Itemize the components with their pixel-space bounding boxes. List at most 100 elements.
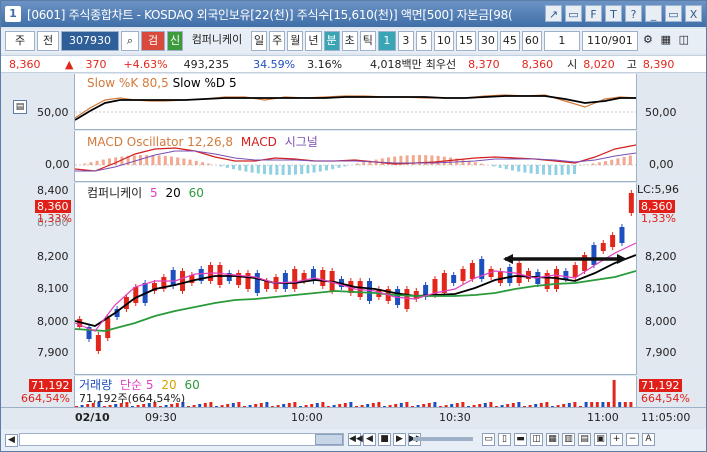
tools-icon[interactable]: ◫ [676, 31, 692, 51]
period-day[interactable]: 일 [251, 31, 268, 51]
macd-osc-bar [108, 158, 111, 165]
code-input[interactable]: 307930 [61, 31, 119, 51]
period-week[interactable]: 주 [269, 31, 286, 51]
zoom-fit-icon[interactable]: ▭ [482, 433, 495, 446]
layout-icon[interactable]: ▭ [565, 5, 582, 22]
macd-osc-bar [560, 165, 564, 175]
step-back-icon[interactable]: ◀ [363, 433, 376, 446]
settings-icon[interactable]: ⚙ [640, 31, 656, 51]
stoch-d-label: Slow %D 5 [172, 76, 237, 90]
macd-osc-bar [523, 165, 527, 173]
scroll-left-icon[interactable]: ◀ [5, 433, 18, 447]
price-left-axis: 8,400 8,300 8,200 8,100 8,000 7,900 8,36… [1, 183, 75, 375]
new-button[interactable]: 신 [167, 31, 183, 51]
macd-osc-bar [238, 165, 242, 171]
macd-label: MACD [240, 135, 277, 149]
link-icon[interactable]: ↗ [545, 5, 562, 22]
zoom-tile-icon[interactable]: ▦ [546, 433, 559, 446]
macd-osc-bar [132, 155, 136, 165]
macd-osc-bar [250, 165, 254, 173]
macd-osc-bar [219, 165, 223, 167]
playback-controls: ◀◀ ◀ ■ ▶ ▶▶ [347, 433, 423, 446]
macd-osc-bar [535, 165, 539, 175]
macd-osc-bar [480, 163, 483, 165]
zoom-list-icon[interactable]: ▣ [594, 433, 607, 446]
stoch-pane[interactable]: Slow %K 80,5 Slow %D 5 [74, 74, 637, 130]
font-button[interactable]: F [585, 5, 602, 22]
period-tick[interactable]: 틱 [359, 31, 376, 51]
current-price: 8,360 [9, 57, 41, 71]
turnover-pct: 34.59% [253, 57, 296, 71]
zoom-window-icon[interactable]: ◫ [530, 433, 543, 446]
macd-osc-bar [281, 165, 285, 175]
macd-osc-bar [337, 165, 341, 168]
rewind-icon[interactable]: ◀◀ [348, 433, 363, 446]
zoom-grid-icon[interactable]: ▤ [578, 433, 591, 446]
volume-value-right: 71,192 [639, 379, 682, 392]
zoom-out-icon[interactable]: ▯ [498, 433, 511, 446]
minute-1[interactable]: 1 [377, 31, 396, 51]
macd-osc-bar [554, 165, 558, 175]
zoom-range-icon[interactable]: ▬ [514, 433, 527, 446]
price-tick-8400: 8,400 [37, 184, 69, 197]
open-price: 8,020 [583, 57, 615, 71]
time-axis: 02/10 09:30 10:00 10:30 11:00 11:05:00 [1, 407, 706, 427]
minute-15[interactable]: 15 [455, 31, 476, 51]
price-svg [74, 190, 637, 354]
market-select[interactable]: 주 [5, 31, 35, 51]
minute-3[interactable]: 3 [397, 31, 414, 51]
macd-osc-bar [622, 156, 626, 165]
minute-5[interactable]: 5 [415, 31, 432, 51]
help-button[interactable]: ? [625, 5, 642, 22]
minute-60[interactable]: 60 [521, 31, 542, 51]
stoch-config-icon[interactable]: ▤ [13, 100, 27, 114]
macd-osc-bar [628, 155, 632, 165]
period-month[interactable]: 월 [287, 31, 304, 51]
minimize-button[interactable]: _ [645, 5, 662, 22]
period-minute[interactable]: 분 [323, 31, 340, 51]
search-icon[interactable]: ⌕ [121, 31, 139, 51]
candle-body [563, 271, 569, 279]
zoom-in-button[interactable]: + [610, 433, 623, 446]
price-pane[interactable]: 컴퍼니케이 5 20 60 [74, 183, 637, 375]
candle-body [133, 287, 139, 303]
price-rtick-8000: 8,000 [645, 315, 677, 328]
volume-bar [612, 380, 616, 408]
volume-pane[interactable]: 거래량 단순 5 20 60 71,192주(664,54%) [75, 376, 636, 408]
macd-osc-bar [157, 155, 161, 165]
candle-body [404, 289, 410, 309]
play-icon[interactable]: ▶ [393, 433, 406, 446]
macd-osc-bar [498, 165, 502, 168]
speed-slider[interactable] [413, 437, 473, 441]
text-button[interactable]: T [605, 5, 622, 22]
macd-osc-bar [436, 155, 440, 165]
horizontal-scrollbar[interactable] [19, 433, 344, 446]
zoom-text-button[interactable]: A [642, 433, 655, 446]
chart-area[interactable]: ▤ 50,00 Slow %K 80,5 Slow %D 5 50,00 0,0… [1, 74, 706, 428]
minute-30[interactable]: 30 [477, 31, 498, 51]
zoom-bars-icon[interactable]: ▥ [562, 433, 575, 446]
period-second[interactable]: 초 [341, 31, 358, 51]
close-button[interactable]: X [685, 5, 702, 22]
maximize-button[interactable]: ▭ [665, 5, 682, 22]
macd-osc-bar [492, 165, 496, 167]
range-button[interactable]: 전 [37, 31, 59, 51]
stop-icon[interactable]: ■ [378, 433, 391, 446]
check-button[interactable]: 검 [141, 31, 165, 51]
period-year[interactable]: 년 [305, 31, 322, 51]
volume-value-line: 71,192주(664,54%) [79, 392, 186, 405]
macd-osc-bar [275, 165, 279, 175]
page-ratio: 110/901 [581, 31, 638, 51]
macd-pane[interactable]: MACD Oscillator 12,26,8 MACD 시그널 [74, 131, 637, 182]
minute-45[interactable]: 45 [499, 31, 520, 51]
stoch-left-axis: ▤ 50,00 [1, 74, 75, 130]
candle-body [95, 335, 101, 351]
grid-icon[interactable]: ▦ [658, 31, 674, 51]
count-select[interactable]: 1 [543, 31, 580, 51]
zoom-out-button[interactable]: − [626, 433, 639, 446]
macd-osc-bar [331, 165, 335, 170]
volume-ma60: 60 [184, 378, 200, 392]
scroll-thumb[interactable] [315, 434, 343, 445]
macd-osc-bar [244, 165, 248, 172]
minute-10[interactable]: 10 [433, 31, 454, 51]
